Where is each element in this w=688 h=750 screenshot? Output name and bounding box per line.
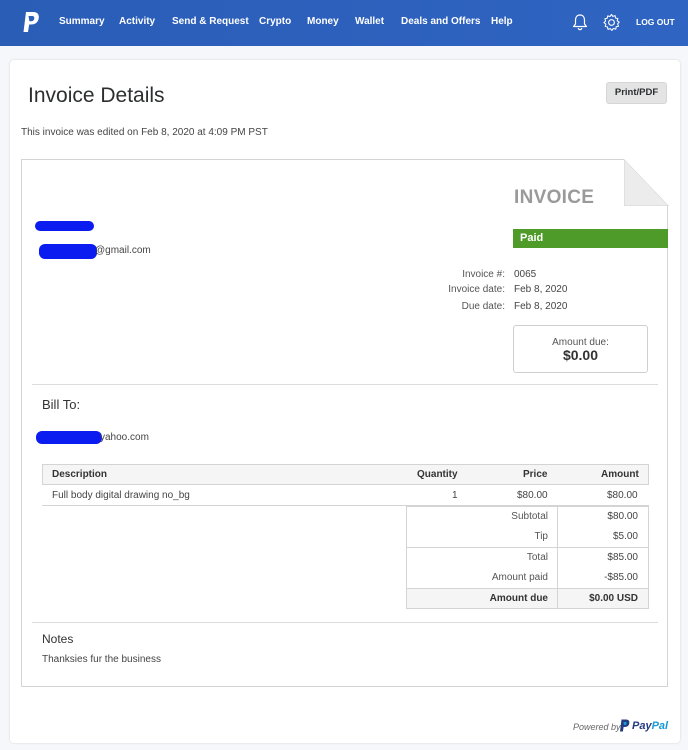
invoice-number-value: 0065	[514, 269, 537, 280]
status-badge: Paid	[513, 229, 668, 248]
notes-label: Notes	[42, 632, 74, 646]
subtotal-value: $80.00	[607, 511, 638, 522]
column-quantity: Quantity	[417, 469, 458, 480]
section-divider	[32, 384, 658, 385]
tip-value: $5.00	[612, 531, 638, 542]
invoice-heading: INVOICE	[514, 187, 595, 208]
invoice-date-label: Invoice date:	[448, 284, 505, 295]
amount-due-box: Amount due: $0.00	[513, 325, 648, 373]
totals-divider	[407, 588, 648, 589]
edited-note: This invoice was edited on Feb 8, 2020 a…	[21, 127, 268, 138]
item-price: $80.00	[517, 490, 548, 501]
logout-link[interactable]: LOG OUT	[636, 17, 675, 27]
column-amount: Amount	[601, 469, 639, 480]
amount-due-total-label: Amount due	[489, 593, 548, 604]
paypal-mark-icon	[620, 719, 630, 732]
nav-deals-offers[interactable]: Deals and Offers	[401, 16, 480, 27]
amount-due-value: $0.00	[562, 347, 599, 363]
wordmark-pal: Pal	[651, 720, 669, 732]
nav-activity[interactable]: Activity	[119, 16, 155, 27]
redacted-sender-name	[35, 221, 94, 231]
bill-to-label: Bill To:	[42, 397, 81, 412]
nav-wallet[interactable]: Wallet	[355, 16, 384, 27]
totals-divider	[407, 547, 648, 548]
notes-text: Thanksies fur the business	[42, 654, 161, 665]
subtotal-label: Subtotal	[511, 511, 548, 522]
sender-email-suffix: @gmail.com	[95, 245, 151, 256]
amount-paid-label: Amount paid	[491, 572, 548, 583]
item-amount: $80.00	[607, 490, 638, 501]
print-pdf-button[interactable]: Print/PDF	[606, 82, 667, 104]
bill-to-email-suffix: yahoo.com	[100, 432, 149, 443]
column-description: Description	[52, 469, 108, 480]
due-date-value: Feb 8, 2020	[514, 301, 568, 312]
total-value: $85.00	[607, 552, 638, 563]
wordmark-pay: Pay	[632, 720, 652, 732]
invoice-date-value: Feb 8, 2020	[514, 284, 568, 295]
nav-crypto[interactable]: Crypto	[259, 16, 291, 27]
nav-help[interactable]: Help	[491, 16, 513, 27]
page-title: Invoice Details	[28, 84, 165, 107]
page-fold-corner	[624, 159, 669, 206]
powered-by-text: Powered by	[573, 722, 621, 732]
due-date-label: Due date:	[461, 301, 505, 312]
nav-send-request[interactable]: Send & Request	[172, 16, 249, 27]
item-quantity: 1	[452, 490, 458, 501]
nav-money[interactable]: Money	[307, 16, 339, 27]
paypal-logo-icon[interactable]	[22, 11, 40, 35]
tip-label: Tip	[534, 531, 548, 542]
gear-icon[interactable]	[602, 13, 621, 32]
redacted-recipient-email	[36, 431, 102, 444]
paypal-wordmark: PayPal	[632, 720, 668, 732]
invoice-number-label: Invoice #:	[462, 269, 505, 280]
item-description: Full body digital drawing no_bg	[52, 490, 190, 501]
nav-summary[interactable]: Summary	[59, 16, 105, 27]
total-label: Total	[526, 552, 548, 563]
amount-paid-value: -$85.00	[604, 572, 638, 583]
bell-icon[interactable]	[571, 13, 589, 31]
redacted-sender-email	[39, 244, 97, 259]
amount-due-total-value: $0.00 USD	[589, 593, 638, 604]
top-navigation-bar: Summary Activity Send & Request Crypto M…	[0, 0, 688, 46]
items-table-header	[42, 464, 649, 485]
section-divider	[32, 622, 658, 623]
column-price: Price	[523, 469, 548, 480]
